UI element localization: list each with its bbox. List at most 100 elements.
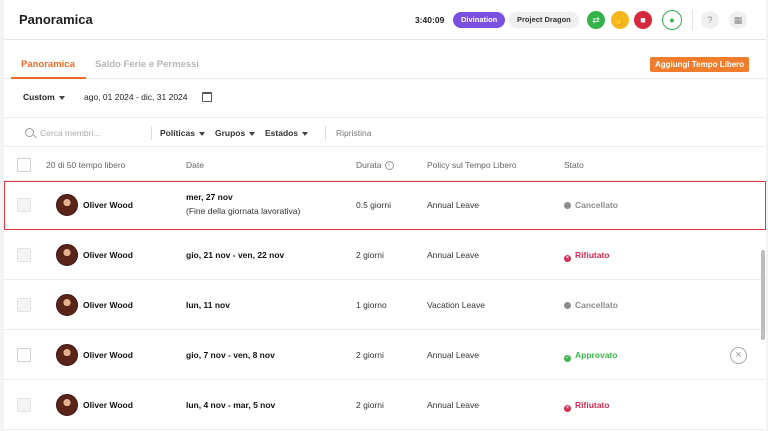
policies-filter[interactable]: Políticas: [160, 128, 205, 138]
row-checkbox[interactable]: [17, 198, 31, 212]
tabs-divider: [4, 78, 766, 79]
avatar: [56, 294, 78, 316]
stop-icon[interactable]: ■: [634, 11, 652, 29]
scrollbar[interactable]: [761, 250, 765, 340]
count-header: 20 di 50 tempo libero: [46, 160, 126, 170]
date-cell: lun, 4 nov - mar, 5 nov: [186, 400, 275, 410]
table-row[interactable]: Oliver Wood gio, 7 nov - ven, 8 nov 2 gi…: [4, 331, 766, 380]
date-value: lun, 11 nov: [186, 300, 230, 310]
reset-filters-button[interactable]: Ripristina: [336, 128, 371, 138]
row-checkbox[interactable]: [17, 248, 31, 262]
timer-clock: 3:40:09: [415, 15, 445, 25]
date-value: lun, 4 nov - mar, 5 nov: [186, 400, 276, 410]
states-filter-label: Estados: [265, 128, 299, 138]
avatar: [56, 244, 78, 266]
policy-cell: Annual Leave: [427, 350, 479, 360]
top-bar: Panoramica 3:40:09 Divination Project Dr…: [4, 0, 766, 40]
duration-header[interactable]: Durata i: [356, 160, 394, 171]
chevron-down-icon: [302, 131, 309, 136]
policy-header[interactable]: Policy sul Tempo Libero: [427, 160, 517, 170]
status-badge: ✓ Approvato: [564, 350, 618, 362]
status-dot-icon: ✓: [564, 355, 571, 362]
table-row[interactable]: Oliver Wood mer, 27 nov (Fine della giorn…: [4, 181, 766, 230]
sync-icon[interactable]: ⇄: [587, 11, 605, 29]
status-dot-icon: ×: [564, 255, 571, 262]
row-checkbox[interactable]: [17, 348, 31, 362]
duration-cell: 0.5 giorni: [356, 200, 391, 210]
project-chip[interactable]: Project Dragon: [509, 12, 579, 28]
filter-divider: [151, 126, 152, 140]
member-name: Oliver Wood: [83, 300, 133, 310]
search-input[interactable]: [40, 126, 140, 140]
status-text: Cancellato: [575, 200, 618, 210]
close-circle-icon[interactable]: ×: [730, 347, 747, 364]
status-text: Cancellato: [575, 300, 618, 310]
member-name: Oliver Wood: [83, 250, 133, 260]
workspace-chip[interactable]: Divination: [453, 12, 506, 28]
status-badge: × Rifiutato: [564, 400, 609, 412]
avatar: [56, 194, 78, 216]
duration-cell: 2 giorni: [356, 250, 384, 260]
status-dot-icon: [564, 302, 571, 309]
chevron-down-icon: [58, 95, 65, 100]
member-name: Oliver Wood: [83, 350, 133, 360]
date-cell: gio, 21 nov - ven, 22 nov: [186, 250, 284, 260]
date-header[interactable]: Date: [186, 160, 204, 170]
row-checkbox[interactable]: [17, 298, 31, 312]
policy-cell: Annual Leave: [427, 400, 479, 410]
policy-cell: Vacation Leave: [427, 300, 485, 310]
avatar: [56, 344, 78, 366]
table-header: 20 di 50 tempo libero Date Durata i Polic…: [4, 148, 766, 181]
policy-cell: Annual Leave: [427, 200, 479, 210]
date-cell: mer, 27 nov (Fine della giornata lavorati…: [186, 192, 300, 216]
help-icon[interactable]: ?: [701, 11, 719, 29]
table-row[interactable]: Oliver Wood lun, 4 nov - mar, 5 nov 2 gi…: [4, 381, 766, 430]
user-icon[interactable]: ●: [662, 10, 682, 30]
info-icon[interactable]: i: [384, 161, 394, 171]
policy-cell: Annual Leave: [427, 250, 479, 260]
search-icon: [25, 128, 34, 137]
filter-bar: Políticas Grupos Estados Ripristina: [4, 117, 766, 147]
member-name: Oliver Wood: [83, 200, 133, 210]
status-dot-icon: ×: [564, 405, 571, 412]
apps-icon[interactable]: ▦: [729, 11, 747, 29]
page-title: Panoramica: [19, 12, 93, 27]
table-row[interactable]: Oliver Wood lun, 11 nov 1 giorno Vacatio…: [4, 281, 766, 330]
duration-cell: 2 giorni: [356, 350, 384, 360]
add-time-off-button[interactable]: Aggiungi Tempo Libero: [650, 57, 750, 72]
row-checkbox[interactable]: [17, 398, 31, 412]
states-filter[interactable]: Estados: [265, 128, 309, 138]
status-text: Rifiutato: [575, 400, 610, 410]
table-row[interactable]: Oliver Wood gio, 21 nov - ven, 22 nov 2 …: [4, 231, 766, 280]
duration-header-label: Durata: [356, 160, 382, 170]
date-range-value[interactable]: ago, 01 2024 - dic, 31 2024: [84, 92, 188, 102]
date-value: mer, 27 nov: [186, 192, 233, 202]
duration-cell: 2 giorni: [356, 400, 384, 410]
active-tab-indicator: [11, 77, 86, 79]
policies-filter-label: Políticas: [160, 128, 195, 138]
chevron-down-icon: [198, 131, 205, 136]
duration-cell: 1 giorno: [356, 300, 387, 310]
status-text: Rifiutato: [575, 250, 610, 260]
date-value: gio, 21 nov - ven, 22 nov: [186, 250, 285, 260]
header-divider: [692, 10, 693, 30]
status-badge: × Rifiutato: [564, 250, 609, 262]
status-badge: Cancellato: [564, 300, 618, 310]
filter-divider: [325, 126, 326, 140]
calendar-icon[interactable]: [202, 92, 212, 102]
chevron-down-icon: [249, 131, 256, 136]
status-badge: Cancellato: [564, 200, 618, 210]
status-header[interactable]: Stato: [564, 160, 584, 170]
date-note: (Fine della giornata lavorativa): [186, 206, 301, 216]
status-dot-icon: [564, 202, 571, 209]
date-cell: lun, 11 nov: [186, 300, 230, 310]
range-select[interactable]: Custom: [23, 92, 65, 102]
member-name: Oliver Wood: [83, 400, 133, 410]
tab-overview[interactable]: Panoramica: [21, 59, 75, 70]
status-text: Approvato: [575, 350, 618, 360]
tab-leave-balance[interactable]: Saldo Ferie e Permessi: [95, 59, 199, 70]
thumb-icon[interactable]: ✋: [611, 11, 629, 29]
select-all-checkbox[interactable]: [17, 158, 31, 172]
date-value: gio, 7 nov - ven, 8 nov: [186, 350, 275, 360]
groups-filter[interactable]: Grupos: [215, 128, 256, 138]
